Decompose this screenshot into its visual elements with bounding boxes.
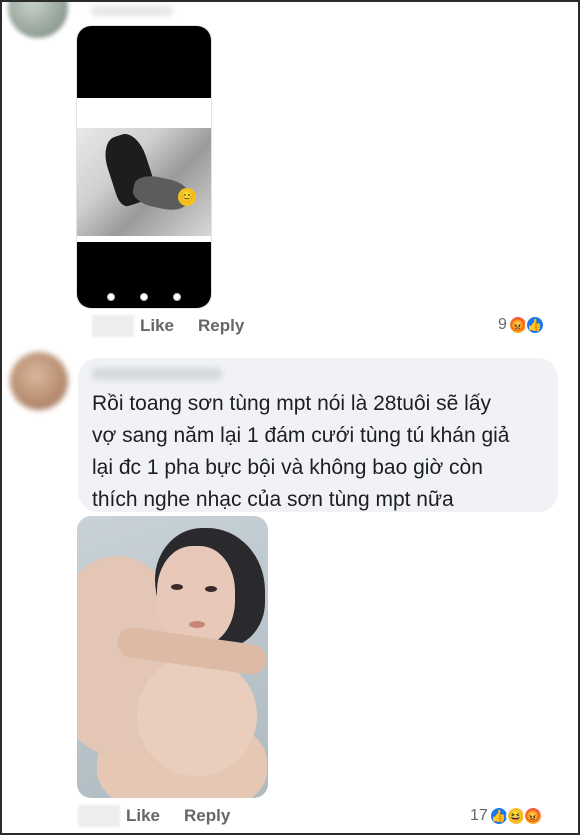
reaction-count: 17 [470,807,488,824]
attached-phone-screenshot[interactable]: 😊 [77,26,211,308]
comment2-actions: Like Reply [78,804,230,828]
phone-nav-back-icon [107,293,115,301]
screenshot-photo: 😊 [77,128,211,236]
sticker-emoji-icon: 😊 [178,188,196,206]
comment-bubble: Rồi toang sơn tùng mpt nói là 28tuôi sẽ … [78,358,558,512]
comment-text-line: vợ sang năm lại 1 đám cưới tùng tú khán … [92,424,510,447]
like-icon: 👍 [524,315,545,335]
screenshot-black-area-top [77,26,211,98]
like-button[interactable]: Like [140,316,174,336]
comment-text-line: thích nghe nhạc của sơn tùng mpt nữa [92,488,454,511]
reply-button[interactable]: Reply [198,316,244,336]
photo-shape [189,621,205,628]
comment2-reactions[interactable]: 17 👍 😆 😡 [470,806,543,826]
comment-text-line: lại đc 1 pha bực bội và không bao giờ cò… [92,456,483,479]
angry-icon: 😡 [522,806,543,826]
comment-text-line: Rồi toang sơn tùng mpt nói là 28tuôi sẽ … [92,392,492,415]
photo-shape [171,584,183,590]
photo-shape [205,586,217,592]
photo-shape [137,656,257,776]
phone-nav-recent-icon [173,293,181,301]
photo-shape [157,546,235,646]
commenter-avatar[interactable] [10,352,68,410]
screenshot-white-band [77,98,211,128]
attached-photo[interactable] [77,516,268,798]
like-button[interactable]: Like [126,806,160,826]
blurred-timestamp [78,805,120,827]
commenter-avatar-top[interactable] [8,0,68,38]
blurred-timestamp [92,315,134,337]
comment1-actions: Like Reply [92,314,244,338]
blurred-name-top [92,6,172,16]
blurred-commenter-name[interactable] [92,368,222,380]
reply-button[interactable]: Reply [184,806,230,826]
comment-text: Rồi toang sơn tùng mpt nói là 28tuôi sẽ … [92,388,552,516]
reaction-count: 9 [498,316,507,333]
phone-nav-home-icon [140,293,148,301]
comment1-reactions[interactable]: 9 😡 👍 [498,315,545,335]
